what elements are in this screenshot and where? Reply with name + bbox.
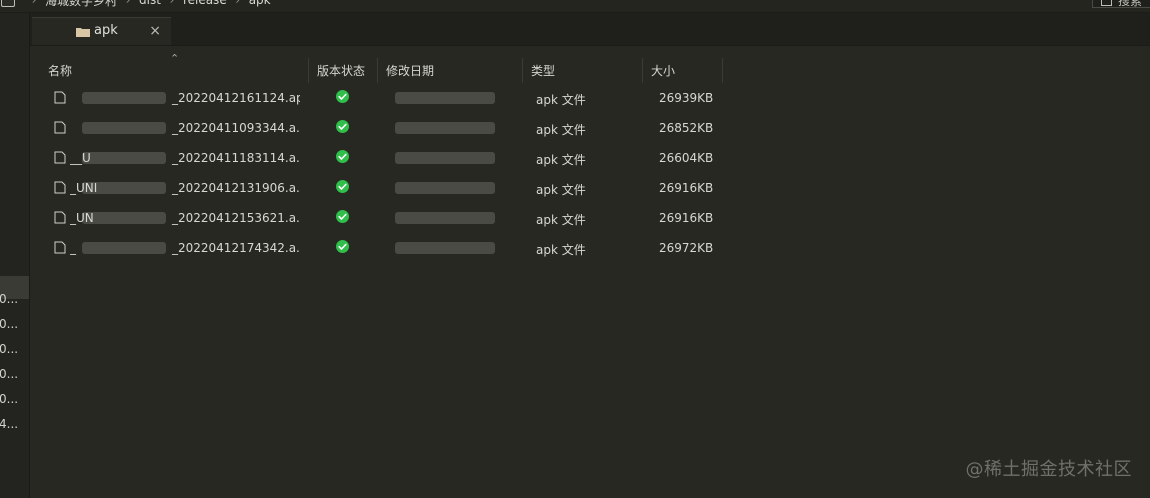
file-name-suffix: _20220412153621.a... [172, 211, 300, 225]
file-type: apk 文件 [536, 243, 586, 257]
column-version-status[interactable]: 版本状态 [309, 58, 378, 83]
redacted-date-block [395, 212, 495, 224]
chevron-right-icon: › [31, 0, 37, 7]
file-type: apk 文件 [536, 93, 586, 107]
main-pane: apk × ⌃ 名称 版本状态 修改日期 类型 大小 _202204121611… [30, 13, 1150, 498]
sidebar: 0... 0... 0... 0... 0... 4... [0, 13, 30, 498]
window-icon [1, 0, 15, 7]
tab-label: apk [94, 23, 118, 38]
redacted-date-block [395, 242, 495, 254]
column-type[interactable]: 类型 [523, 58, 643, 83]
sidebar-item[interactable]: 0... [0, 292, 28, 310]
file-type: apk 文件 [536, 213, 586, 227]
sidebar-item[interactable]: 0... [0, 392, 28, 410]
sidebar-item[interactable]: 0... [0, 317, 28, 335]
breadcrumb-item-release[interactable]: release [183, 0, 227, 7]
file-size: 26852KB [659, 121, 714, 135]
file-name-suffix: _20220411093344.a... [172, 121, 300, 135]
column-name[interactable]: 名称 [40, 58, 309, 83]
redacted-date-block [395, 152, 495, 164]
file-list: _20220412161124.apk apk 文件 26939KB _2022… [30, 83, 1150, 273]
file-name: _20220411093344.a... [70, 121, 300, 135]
file-size: 26939KB [659, 91, 714, 105]
breadcrumb-bar: › 海城数字乡村 › dist › release › apk 搜索 [0, 0, 1150, 13]
file-name-suffix: _20220412174342.a... [172, 241, 300, 255]
file-icon [54, 121, 66, 134]
file-name: _ _20220412174342.a... [70, 241, 300, 255]
search-input[interactable]: 搜索 [1092, 0, 1150, 8]
file-type: apk 文件 [536, 123, 586, 137]
tab-apk[interactable]: apk × [32, 17, 171, 45]
table-row[interactable]: _UNI _20220412131906.a... apk 文件 26916KB [30, 173, 750, 203]
chevron-right-icon: › [125, 0, 131, 7]
file-name-prefix: __U [70, 151, 91, 165]
redacted-date-block [395, 122, 495, 134]
breadcrumb-item-apk[interactable]: apk [249, 0, 271, 7]
file-name-suffix: _20220412161124.apk [172, 91, 300, 105]
tab-bar: apk × [30, 13, 1150, 46]
watermark: @稀土掘金技术社区 [965, 459, 1132, 480]
breadcrumb: › 海城数字乡村 › dist › release › apk [0, 0, 271, 8]
redacted-date-block [395, 182, 495, 194]
file-name-prefix: _UNI [70, 181, 98, 195]
chevron-right-icon: › [169, 0, 175, 7]
file-type: apk 文件 [536, 183, 586, 197]
table-row[interactable]: _20220412161124.apk apk 文件 26939KB [30, 83, 750, 113]
check-circle-icon [336, 210, 349, 223]
file-name: _UNI _20220412131906.a... [70, 181, 300, 195]
redacted-date-block [395, 92, 495, 104]
file-name-prefix: _ [70, 241, 76, 255]
file-type: apk 文件 [536, 153, 586, 167]
file-icon [54, 181, 66, 194]
file-name: __U _20220411183114.a... [70, 151, 300, 165]
file-size: 26604KB [659, 151, 714, 165]
column-header: ⌃ 名称 版本状态 修改日期 类型 大小 [30, 52, 1150, 83]
column-modified-date[interactable]: 修改日期 [378, 58, 523, 83]
file-name: _20220412161124.apk [70, 91, 300, 105]
check-circle-icon [336, 150, 349, 163]
search-placeholder: 搜索 [1118, 0, 1143, 8]
file-name-suffix: _20220412131906.a... [172, 181, 300, 195]
folder-icon [76, 28, 90, 37]
table-row[interactable]: _ _20220412174342.a... apk 文件 26972KB [30, 233, 750, 263]
breadcrumb-item-project[interactable]: 海城数字乡村 [45, 0, 117, 9]
file-icon [54, 241, 66, 254]
search-icon [1101, 0, 1112, 6]
chevron-right-icon: › [235, 0, 241, 7]
check-circle-icon [336, 240, 349, 253]
table-row[interactable]: _UN _20220412153621.a... apk 文件 26916KB [30, 203, 750, 233]
file-icon [54, 91, 66, 104]
file-explorer-window: › 海城数字乡村 › dist › release › apk 搜索 0... … [0, 0, 1150, 498]
file-size: 26916KB [659, 181, 714, 195]
close-icon[interactable]: × [149, 22, 161, 40]
file-name-suffix: _20220411183114.a... [172, 151, 300, 165]
file-name-prefix: _UN [70, 211, 94, 225]
column-size[interactable]: 大小 [643, 58, 723, 83]
file-size: 26972KB [659, 241, 714, 255]
sidebar-item[interactable]: 4... [0, 417, 28, 435]
check-circle-icon [336, 180, 349, 193]
file-icon [54, 211, 66, 224]
table-row[interactable]: __U _20220411183114.a... apk 文件 26604KB [30, 143, 750, 173]
table-row[interactable]: _20220411093344.a... apk 文件 26852KB [30, 113, 750, 143]
file-name: _UN _20220412153621.a... [70, 211, 300, 225]
file-size: 26916KB [659, 211, 714, 225]
check-circle-icon [336, 90, 349, 103]
check-circle-icon [336, 120, 349, 133]
breadcrumb-item-dist[interactable]: dist [139, 0, 161, 7]
sidebar-item[interactable]: 0... [0, 367, 28, 385]
sidebar-item[interactable]: 0... [0, 342, 28, 360]
file-icon [54, 151, 66, 164]
